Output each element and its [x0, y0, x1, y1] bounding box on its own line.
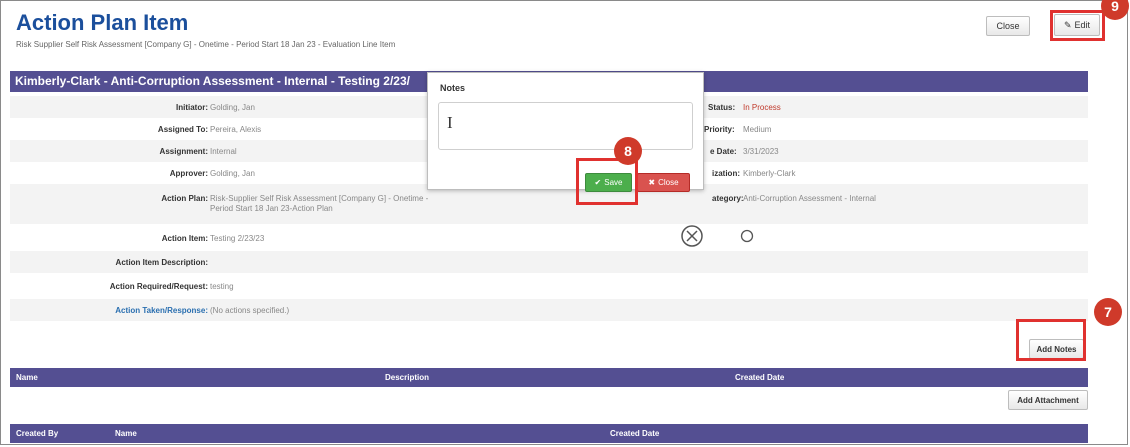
save-highlight-box — [576, 158, 638, 205]
priority-label: Priority: — [704, 125, 735, 134]
add-notes-highlight-box — [1016, 319, 1086, 361]
assigned-to-value: Pereira, Alexis — [210, 125, 262, 134]
field-row-action-taken: Action Taken/Response: (No actions speci… — [10, 299, 1088, 321]
notes-modal-title: Notes — [440, 83, 466, 93]
close-page-label: Close — [996, 21, 1020, 31]
text-cursor-icon: I — [447, 113, 453, 132]
attachments-col-name[interactable]: Name — [115, 429, 137, 438]
action-plan-value: Risk-Supplier Self Risk Assessment [Comp… — [210, 194, 429, 213]
callout-badge-8: 8 — [614, 137, 642, 165]
action-item-value: Testing 2/23/23 — [210, 234, 265, 243]
action-required-label: Action Required/Request: — [109, 282, 208, 291]
organization-value: Kimberly-Clark — [743, 169, 796, 178]
notes-col-description[interactable]: Description — [385, 373, 429, 382]
action-taken-value: (No actions specified.) — [210, 306, 290, 315]
initiator-value: Golding, Jan — [210, 103, 255, 112]
page-title: Action Plan Item — [16, 10, 189, 35]
due-date-label: e Date: — [710, 147, 737, 156]
approver-value: Golding, Jan — [210, 169, 255, 178]
add-attachment-button[interactable]: Add Attachment — [1008, 390, 1088, 410]
approver-label: Approver: — [169, 169, 208, 178]
attachments-col-created-by[interactable]: Created By — [16, 429, 58, 438]
action-taken-label[interactable]: Action Taken/Response: — [115, 306, 208, 315]
close-page-button[interactable]: Close — [986, 16, 1030, 36]
add-attachment-label: Add Attachment — [1017, 395, 1079, 405]
category-value: Anti-Corruption Assessment - Internal — [743, 194, 876, 203]
attachments-col-created-date[interactable]: Created Date — [610, 429, 659, 438]
due-date-value: 3/31/2023 — [743, 147, 779, 156]
close-modal-label: Close — [658, 178, 679, 187]
field-row-action-plan: Action Plan: Risk-Supplier Self Risk Ass… — [10, 184, 1088, 224]
circle-icon — [740, 229, 754, 243]
action-item-description-label: Action Item Description: — [115, 258, 208, 267]
action-plan-label: Action Plan: — [161, 194, 208, 203]
notes-grid-header: Name Description Created Date — [10, 368, 1088, 387]
attachments-grid-header: Created By Name Created Date — [10, 424, 1088, 443]
field-row-action-item: Action Item: Testing 2/23/23 — [10, 227, 1088, 249]
category-label: ategory: — [712, 194, 744, 203]
status-label: Status: — [708, 103, 736, 112]
notes-col-created-date[interactable]: Created Date — [735, 373, 784, 382]
callout-badge-7: 7 — [1094, 298, 1122, 326]
assigned-to-label: Assigned To: — [157, 125, 208, 134]
notes-textarea[interactable]: I — [438, 102, 693, 150]
status-value: In Process — [743, 103, 781, 112]
notes-col-name[interactable]: Name — [16, 373, 38, 382]
priority-value: Medium — [743, 125, 772, 134]
x-icon: ✖ — [648, 178, 656, 187]
page-subtitle: Risk Supplier Self Risk Assessment [Comp… — [16, 40, 396, 49]
circle-x-icon — [681, 225, 703, 247]
close-modal-button[interactable]: ✖ Close — [637, 173, 690, 192]
assignment-value: Internal — [210, 147, 237, 156]
edit-highlight-box — [1050, 10, 1105, 41]
field-row-action-item-description: Action Item Description: — [10, 251, 1088, 273]
action-required-value: testing — [210, 282, 234, 291]
assignment-label: Assignment: — [159, 147, 208, 156]
initiator-label: Initiator: — [176, 103, 208, 112]
field-row-action-required: Action Required/Request: testing — [10, 275, 1088, 297]
action-item-label: Action Item: — [161, 234, 208, 243]
organization-label: ization: — [712, 169, 740, 178]
